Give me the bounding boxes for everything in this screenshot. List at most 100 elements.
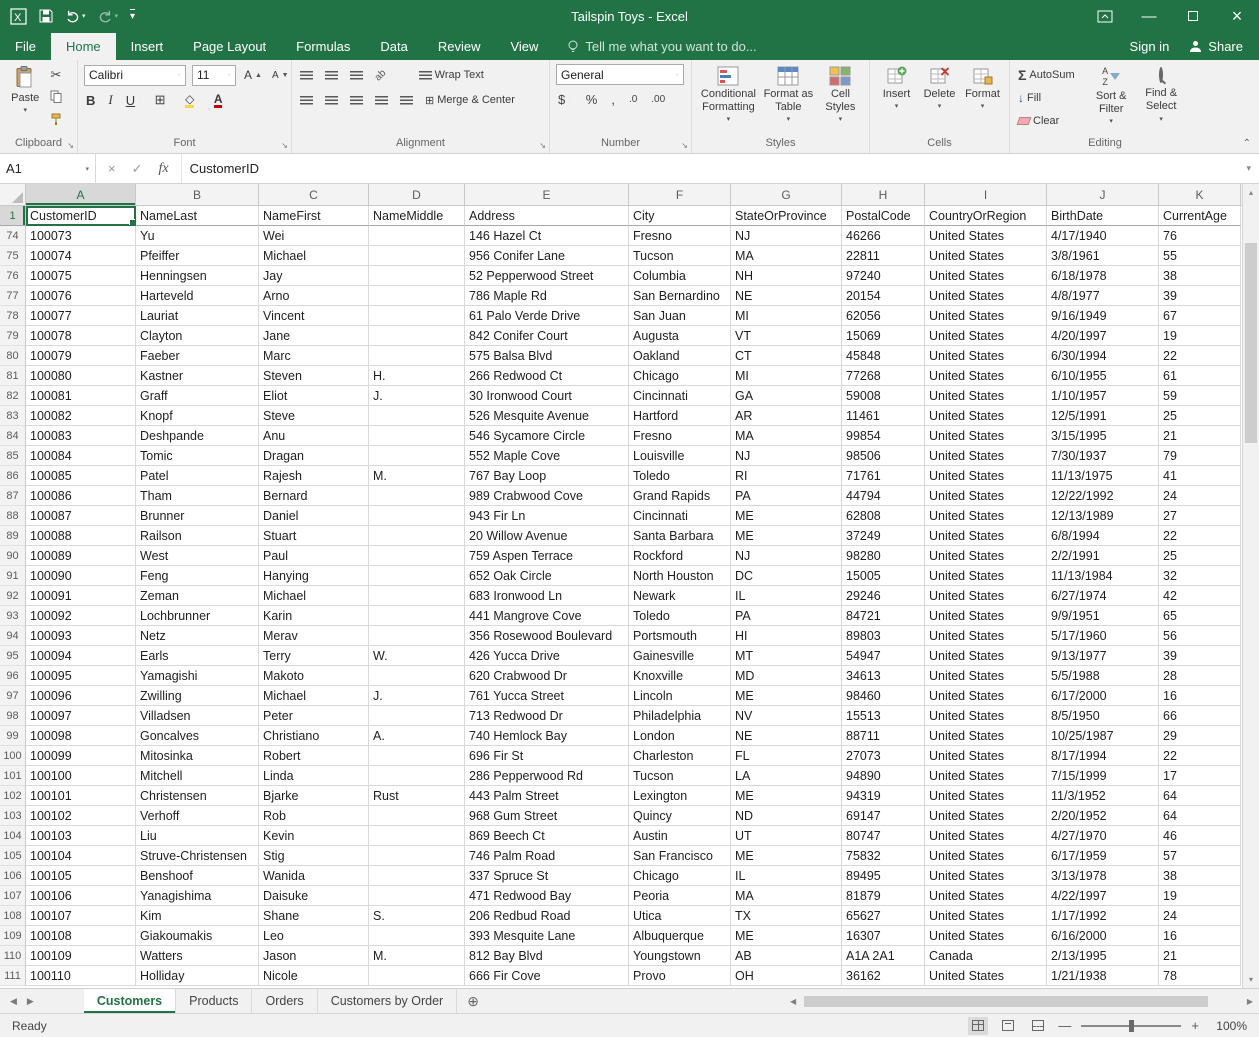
cell-J82[interactable]: 1/10/1957 bbox=[1047, 386, 1159, 406]
cell-D101[interactable] bbox=[369, 766, 465, 786]
cell-C80[interactable]: Marc bbox=[259, 346, 369, 366]
ribbon-tab-insert[interactable]: Insert bbox=[116, 33, 179, 60]
cell-K74[interactable]: 76 bbox=[1159, 226, 1241, 246]
cell-I94[interactable]: United States bbox=[925, 626, 1047, 646]
cell-C95[interactable]: Terry bbox=[259, 646, 369, 666]
zoom-out-button[interactable]: — bbox=[1058, 1018, 1071, 1033]
close-button[interactable]: × bbox=[1215, 0, 1259, 32]
cell-K86[interactable]: 41 bbox=[1159, 466, 1241, 486]
row-header-108[interactable]: 108 bbox=[0, 906, 26, 926]
cell-K94[interactable]: 56 bbox=[1159, 626, 1241, 646]
cell-G98[interactable]: NV bbox=[731, 706, 842, 726]
cell-A108[interactable]: 100107 bbox=[26, 906, 136, 926]
cell-F100[interactable]: Charleston bbox=[629, 746, 731, 766]
cell-D92[interactable] bbox=[369, 586, 465, 606]
cell-F108[interactable]: Utica bbox=[629, 906, 731, 926]
cell-B95[interactable]: Earls bbox=[136, 646, 259, 666]
cell-H101[interactable]: 94890 bbox=[842, 766, 925, 786]
cell-C83[interactable]: Steve bbox=[259, 406, 369, 426]
cell-K101[interactable]: 17 bbox=[1159, 766, 1241, 786]
cell-B85[interactable]: Tomic bbox=[136, 446, 259, 466]
cell-A82[interactable]: 100081 bbox=[26, 386, 136, 406]
cell-H75[interactable]: 22811 bbox=[842, 246, 925, 266]
cell-K75[interactable]: 55 bbox=[1159, 246, 1241, 266]
cell-J89[interactable]: 6/8/1994 bbox=[1047, 526, 1159, 546]
sheet-tab-products[interactable]: Products bbox=[176, 989, 253, 1013]
cell-F94[interactable]: Portsmouth bbox=[629, 626, 731, 646]
row-header-88[interactable]: 88 bbox=[0, 506, 26, 526]
zoom-slider[interactable] bbox=[1081, 1019, 1182, 1032]
cell-D91[interactable] bbox=[369, 566, 465, 586]
cell-I96[interactable]: United States bbox=[925, 666, 1047, 686]
cell-C97[interactable]: Michael bbox=[259, 686, 369, 706]
cell-K98[interactable]: 66 bbox=[1159, 706, 1241, 726]
grow-font-button[interactable]: A ▲ bbox=[242, 65, 264, 86]
new-sheet-button[interactable]: ⊕ bbox=[457, 989, 489, 1013]
cell-D77[interactable] bbox=[369, 286, 465, 306]
borders-button[interactable]: ⊞ ▾ bbox=[153, 90, 174, 111]
cell-K89[interactable]: 22 bbox=[1159, 526, 1241, 546]
row-header-78[interactable]: 78 bbox=[0, 306, 26, 326]
cell-F88[interactable]: Cincinnati bbox=[629, 506, 731, 526]
cell-B108[interactable]: Kim bbox=[136, 906, 259, 926]
cell-B99[interactable]: Goncalves bbox=[136, 726, 259, 746]
cell-E84[interactable]: 546 Sycamore Circle bbox=[465, 426, 629, 446]
cell-K96[interactable]: 28 bbox=[1159, 666, 1241, 686]
cell-C96[interactable]: Makoto bbox=[259, 666, 369, 686]
cell-K90[interactable]: 25 bbox=[1159, 546, 1241, 566]
save-icon[interactable] bbox=[39, 9, 53, 23]
row-header-90[interactable]: 90 bbox=[0, 546, 26, 566]
cell-I80[interactable]: United States bbox=[925, 346, 1047, 366]
percent-style-button[interactable]: % bbox=[584, 89, 600, 110]
cell-I108[interactable]: United States bbox=[925, 906, 1047, 926]
cell-C1[interactable]: NameFirst bbox=[259, 206, 369, 226]
cell-E79[interactable]: 842 Conifer Court bbox=[465, 326, 629, 346]
cell-G83[interactable]: AR bbox=[731, 406, 842, 426]
cell-H110[interactable]: A1A 2A1 bbox=[842, 946, 925, 966]
cell-E97[interactable]: 761 Yucca Street bbox=[465, 686, 629, 706]
cell-H78[interactable]: 62056 bbox=[842, 306, 925, 326]
cell-H82[interactable]: 59008 bbox=[842, 386, 925, 406]
cell-G76[interactable]: NH bbox=[731, 266, 842, 286]
cell-B88[interactable]: Brunner bbox=[136, 506, 259, 526]
cell-B90[interactable]: West bbox=[136, 546, 259, 566]
middle-align-button[interactable] bbox=[323, 65, 340, 86]
cell-A96[interactable]: 100095 bbox=[26, 666, 136, 686]
cell-C76[interactable]: Jay bbox=[259, 266, 369, 286]
cell-C87[interactable]: Bernard bbox=[259, 486, 369, 506]
cell-K102[interactable]: 64 bbox=[1159, 786, 1241, 806]
cell-I97[interactable]: United States bbox=[925, 686, 1047, 706]
cell-K99[interactable]: 29 bbox=[1159, 726, 1241, 746]
cell-G110[interactable]: AB bbox=[731, 946, 842, 966]
cell-B87[interactable]: Tham bbox=[136, 486, 259, 506]
cell-G80[interactable]: CT bbox=[731, 346, 842, 366]
name-box[interactable]: A1 ▾ bbox=[0, 154, 96, 183]
cell-C99[interactable]: Christiano bbox=[259, 726, 369, 746]
cut-button[interactable]: ✂ bbox=[48, 64, 71, 85]
insert-function-icon[interactable]: fx bbox=[159, 161, 169, 177]
cell-J96[interactable]: 5/5/1988 bbox=[1047, 666, 1159, 686]
cell-E78[interactable]: 61 Palo Verde Drive bbox=[465, 306, 629, 326]
cell-J107[interactable]: 4/22/1997 bbox=[1047, 886, 1159, 906]
cell-E106[interactable]: 337 Spruce St bbox=[465, 866, 629, 886]
cell-D102[interactable]: Rust bbox=[369, 786, 465, 806]
column-header-H[interactable]: H bbox=[842, 184, 925, 205]
cell-H76[interactable]: 97240 bbox=[842, 266, 925, 286]
cell-I82[interactable]: United States bbox=[925, 386, 1047, 406]
cell-D79[interactable] bbox=[369, 326, 465, 346]
format-painter-button[interactable] bbox=[48, 108, 71, 129]
cell-G95[interactable]: MT bbox=[731, 646, 842, 666]
cell-H80[interactable]: 45848 bbox=[842, 346, 925, 366]
cell-F76[interactable]: Columbia bbox=[629, 266, 731, 286]
cell-I93[interactable]: United States bbox=[925, 606, 1047, 626]
cell-B80[interactable]: Faeber bbox=[136, 346, 259, 366]
scroll-right-icon[interactable]: ▶ bbox=[1243, 997, 1257, 1006]
row-header-86[interactable]: 86 bbox=[0, 466, 26, 486]
cell-G101[interactable]: LA bbox=[731, 766, 842, 786]
cell-J85[interactable]: 7/30/1937 bbox=[1047, 446, 1159, 466]
cell-K93[interactable]: 65 bbox=[1159, 606, 1241, 626]
cell-A110[interactable]: 100109 bbox=[26, 946, 136, 966]
cell-A94[interactable]: 100093 bbox=[26, 626, 136, 646]
row-header-111[interactable]: 111 bbox=[0, 966, 26, 986]
cell-A80[interactable]: 100079 bbox=[26, 346, 136, 366]
